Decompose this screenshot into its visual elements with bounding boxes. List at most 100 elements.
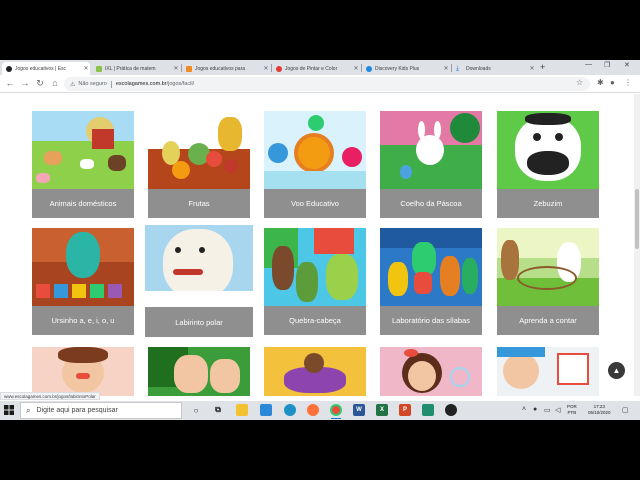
game-thumbnail <box>264 228 366 306</box>
close-tab-icon[interactable]: ✕ <box>528 65 536 72</box>
tab-title: Jogos educativos para <box>195 65 246 72</box>
language-indicator[interactable]: POR PTB <box>567 404 577 416</box>
url-domain: escolagames.com.br <box>115 81 167 87</box>
close-tab-icon[interactable]: ✕ <box>262 65 270 72</box>
tab-jogos-educativos[interactable]: Jogos educativos para ✕ <box>182 62 270 75</box>
tab-jogos-pintar[interactable]: Jogos de Pintar e Color ✕ <box>272 62 360 75</box>
game-card-ursinho[interactable]: Ursinho a, e, i, o, u <box>32 228 134 335</box>
game-card[interactable] <box>380 347 482 396</box>
tab-downloads[interactable]: ⤓ Downloads ✕ <box>452 62 536 75</box>
game-card-frutas[interactable]: Frutas <box>148 111 250 218</box>
publisher-icon[interactable] <box>422 404 434 416</box>
close-tab-icon[interactable]: ✕ <box>352 65 360 72</box>
game-label: Laboratório das sílabas <box>380 306 482 335</box>
restore-icon[interactable]: ❐ <box>604 61 610 69</box>
close-tab-icon[interactable]: ✕ <box>82 65 90 72</box>
reload-icon[interactable]: ↻ <box>34 78 46 89</box>
download-icon: ⤓ <box>456 65 460 72</box>
game-card-zebuzim[interactable]: Zebuzim <box>497 111 599 218</box>
powerpoint-icon[interactable]: P <box>399 404 411 416</box>
url-path: /jogos/facil/ <box>166 81 195 87</box>
back-icon[interactable]: ← <box>4 78 16 88</box>
tab-title: Jogos educativos | Esc <box>15 65 67 72</box>
game-card-animais[interactable]: Animais domésticos <box>32 111 134 218</box>
keyboard-layout: PTB <box>567 410 577 415</box>
clock[interactable]: 17:23 05/10/2020 <box>588 404 611 416</box>
scrollbar-thumb[interactable] <box>635 189 639 249</box>
chevron-up-icon[interactable]: ˄ <box>522 406 526 413</box>
microphone-icon[interactable]: ● <box>533 406 537 413</box>
page-scrollbar[interactable] <box>634 94 640 396</box>
address-divider <box>110 80 112 88</box>
firefox-icon[interactable] <box>307 404 319 416</box>
game-label: Coelho da Páscoa <box>380 189 482 218</box>
security-label[interactable]: Não seguro <box>78 81 106 87</box>
home-icon[interactable]: ⌂ <box>49 78 61 88</box>
taskbar-search-input[interactable]: ⌕ Digite aqui para pesquisar <box>20 402 182 419</box>
game-thumbnail <box>32 111 134 189</box>
warning-icon: ⚠ <box>70 81 76 88</box>
jogos-favicon-icon <box>186 65 192 72</box>
game-thumbnail <box>264 111 366 189</box>
cortana-icon[interactable]: ○ <box>190 404 202 416</box>
tab-discovery-kids[interactable]: Discovery Kids Plus ✕ <box>362 62 450 75</box>
address-url: escolagames.com.br/jogos/facil/ <box>116 81 194 87</box>
minimize-icon[interactable]: — <box>585 61 592 68</box>
bookmark-star-icon[interactable]: ☆ <box>576 78 583 87</box>
close-tab-icon[interactable]: ✕ <box>172 65 180 72</box>
game-card[interactable] <box>32 347 134 396</box>
game-label: Zebuzim <box>497 189 599 218</box>
profile-icon[interactable]: ● <box>610 78 615 87</box>
page-content: Animais domésticos Frutas Voo Educativo … <box>0 94 634 396</box>
game-label: Aprenda a contar <box>497 306 599 335</box>
game-thumbnail <box>380 228 482 306</box>
game-card[interactable] <box>497 347 599 396</box>
game-card[interactable] <box>148 347 250 396</box>
discovery-favicon-icon <box>366 65 372 72</box>
game-card-voo[interactable]: Voo Educativo <box>264 111 366 218</box>
game-thumbnail <box>148 347 250 396</box>
game-card-labirinto-polar[interactable]: Labirinto polar <box>145 225 253 337</box>
game-thumbnail <box>497 228 599 306</box>
game-label: Ursinho a, e, i, o, u <box>32 306 134 335</box>
extensions-icon[interactable]: ✱ <box>597 78 604 87</box>
tab-ixl[interactable]: IXL | Prática de matem ✕ <box>92 62 180 75</box>
store-icon[interactable] <box>260 404 272 416</box>
game-card-aprenda-contar[interactable]: Aprenda a contar <box>497 228 599 335</box>
escolagames-favicon-icon <box>6 65 12 72</box>
search-icon: ⌕ <box>26 405 31 415</box>
game-card-quebra-cabeca[interactable]: Quebra-cabeça <box>264 228 366 335</box>
tab-escolagames[interactable]: Jogos educativos | Esc ✕ <box>2 62 90 75</box>
clock-date: 05/10/2020 <box>588 410 611 415</box>
word-icon[interactable]: W <box>353 404 365 416</box>
game-thumbnail <box>32 347 134 396</box>
address-bar[interactable]: ⚠ Não seguro escolagames.com.br/jogos/fa… <box>64 77 590 91</box>
obs-icon[interactable] <box>445 404 457 416</box>
task-view-icon[interactable]: ⧉ <box>212 404 224 416</box>
new-tab-button[interactable]: + <box>540 62 545 72</box>
chrome-icon[interactable] <box>330 404 342 416</box>
game-thumbnail <box>380 347 482 396</box>
screen: Jogos educativos | Esc ✕ IXL | Prática d… <box>0 60 640 420</box>
chrome-running-indicator <box>331 418 341 419</box>
browser-toolbar: ← → ↻ ⌂ ⚠ Não seguro escolagames.com.br/… <box>0 75 640 93</box>
chevron-up-icon: ▲ <box>612 366 621 375</box>
close-window-icon[interactable]: ✕ <box>624 61 630 69</box>
game-card[interactable] <box>264 347 366 396</box>
menu-icon[interactable]: ⋮ <box>624 78 632 87</box>
game-card-coelho[interactable]: Coelho da Páscoa <box>380 111 482 218</box>
game-card-laboratorio[interactable]: Laboratório das sílabas <box>380 228 482 335</box>
file-explorer-icon[interactable] <box>236 404 248 416</box>
windows-start-icon[interactable] <box>4 405 14 415</box>
close-tab-icon[interactable]: ✕ <box>442 65 450 72</box>
edge-icon[interactable] <box>284 404 296 416</box>
scroll-to-top-button[interactable]: ▲ <box>608 362 625 379</box>
forward-icon[interactable]: → <box>19 78 31 88</box>
game-label: Labirinto polar <box>145 307 253 337</box>
network-icon[interactable]: ▭ <box>544 406 551 414</box>
tab-title: Discovery Kids Plus <box>375 65 420 72</box>
volume-icon[interactable]: ◁ <box>555 406 560 414</box>
notifications-icon[interactable]: ▢ <box>622 406 629 414</box>
game-thumbnail <box>497 111 599 189</box>
excel-icon[interactable]: X <box>376 404 388 416</box>
